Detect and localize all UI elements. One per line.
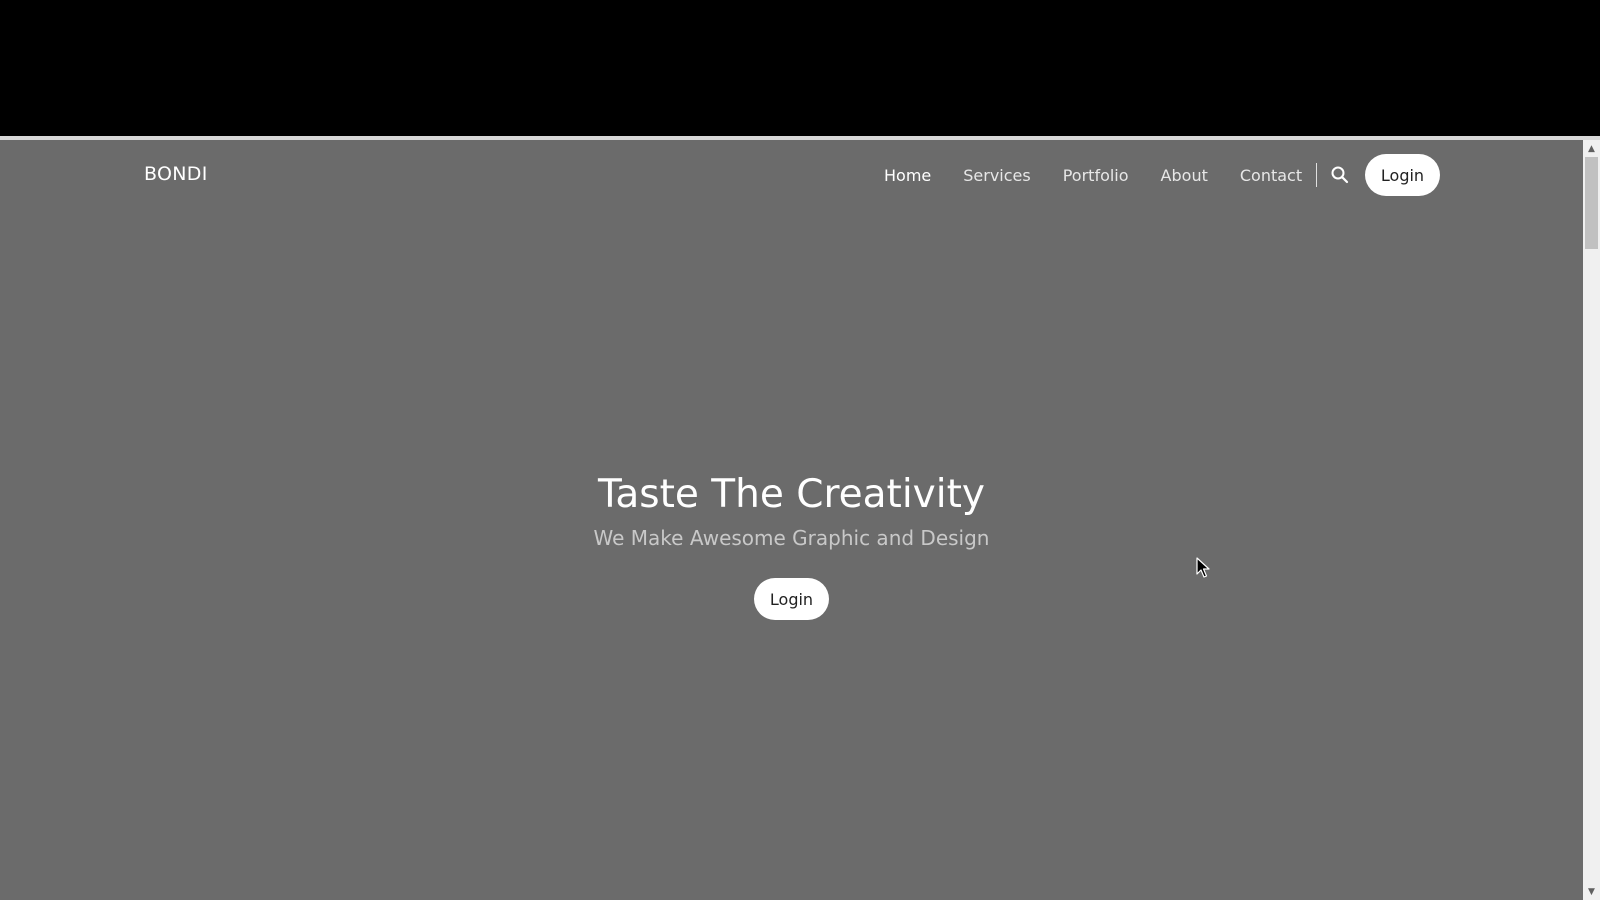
nav-link-services[interactable]: Services [963, 166, 1030, 185]
nav-link-about[interactable]: About [1161, 166, 1208, 185]
top-black-bar [0, 0, 1600, 136]
nav-login-button[interactable]: Login [1365, 154, 1440, 196]
nav-links: Home Services Portfolio About Contact [884, 154, 1334, 196]
hero-login-button[interactable]: Login [754, 578, 829, 620]
page-viewport: BONDI Home Services Portfolio About Cont… [0, 140, 1583, 900]
nav-divider [1316, 163, 1317, 187]
nav-link-contact[interactable]: Contact [1240, 166, 1302, 185]
nav-link-home[interactable]: Home [884, 166, 931, 185]
hero-title: Taste The Creativity [598, 472, 985, 517]
triangle-up-icon[interactable]: ▲ [1583, 140, 1600, 157]
navbar: BONDI Home Services Portfolio About Cont… [0, 154, 1583, 196]
browser-page-frame: BONDI Home Services Portfolio About Cont… [0, 136, 1600, 900]
mouse-cursor-icon [1196, 557, 1210, 578]
search-icon[interactable] [1330, 165, 1350, 185]
hero-section: Taste The Creativity We Make Awesome Gra… [0, 470, 1583, 620]
brand-logo[interactable]: BONDI [144, 163, 208, 185]
nav-link-portfolio[interactable]: Portfolio [1063, 166, 1129, 185]
hero-subtitle: We Make Awesome Graphic and Design [593, 526, 990, 550]
scrollbar-thumb[interactable] [1585, 157, 1598, 249]
vertical-scrollbar[interactable]: ▲ ▼ [1583, 140, 1600, 900]
triangle-down-icon[interactable]: ▼ [1583, 883, 1600, 900]
